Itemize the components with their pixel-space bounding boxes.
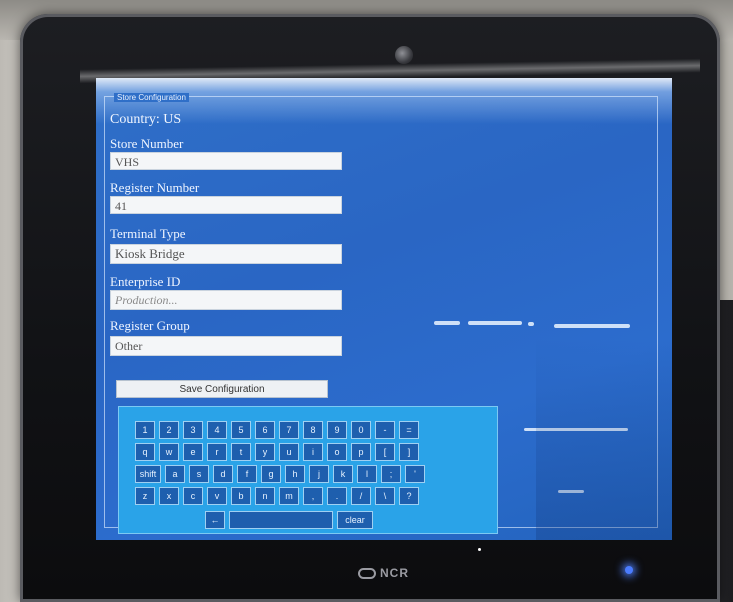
touch-screen: Store Configuration Country: US Store Nu… bbox=[96, 78, 672, 540]
key-char[interactable]: 3 bbox=[183, 421, 203, 439]
glare-streak bbox=[468, 321, 522, 325]
glare-streak bbox=[528, 322, 534, 326]
key-char[interactable]: ; bbox=[381, 465, 401, 483]
enterprise-id-field[interactable]: Production... bbox=[110, 290, 342, 310]
camera-icon bbox=[395, 46, 413, 64]
key-char[interactable]: ] bbox=[399, 443, 419, 461]
terminal-type-label: Terminal Type bbox=[110, 226, 186, 241]
keyboard-row-2: q w e r t y u i o p[] bbox=[135, 443, 419, 461]
key-char[interactable]: b bbox=[231, 487, 251, 505]
key-char[interactable]: m bbox=[279, 487, 299, 505]
ncr-logo: NCR bbox=[358, 566, 409, 580]
key-char[interactable]: - bbox=[375, 421, 395, 439]
key-char[interactable]: a bbox=[165, 465, 185, 483]
key-char[interactable]: s bbox=[189, 465, 209, 483]
key-char[interactable]: j bbox=[309, 465, 329, 483]
key-char[interactable]: 1 bbox=[135, 421, 155, 439]
key-char[interactable]: u bbox=[279, 443, 299, 461]
key-char[interactable]: k bbox=[333, 465, 353, 483]
key-char[interactable]: d bbox=[213, 465, 233, 483]
key-char[interactable]: / bbox=[351, 487, 371, 505]
key-char[interactable]: 7 bbox=[279, 421, 299, 439]
key-clear[interactable]: clear bbox=[337, 511, 373, 529]
key-space[interactable] bbox=[229, 511, 333, 529]
ncr-logo-icon bbox=[358, 568, 376, 579]
key-char[interactable]: t bbox=[231, 443, 251, 461]
key-char[interactable]: g bbox=[261, 465, 281, 483]
key-char[interactable]: 2 bbox=[159, 421, 179, 439]
register-group-label: Register Group bbox=[110, 318, 190, 333]
store-number-label: Store Number bbox=[110, 136, 184, 151]
store-number-field[interactable]: VHS bbox=[110, 152, 342, 170]
terminal-type-field[interactable]: Kiosk Bridge bbox=[110, 244, 342, 264]
key-char[interactable]: y bbox=[255, 443, 275, 461]
key-char[interactable]: n bbox=[255, 487, 275, 505]
key-char[interactable]: p bbox=[351, 443, 371, 461]
key-char[interactable]: w bbox=[159, 443, 179, 461]
key-char[interactable]: 4 bbox=[207, 421, 227, 439]
key-char[interactable]: v bbox=[207, 487, 227, 505]
key-char[interactable]: f bbox=[237, 465, 257, 483]
key-char[interactable]: ← bbox=[205, 511, 225, 529]
key-char[interactable]: 5 bbox=[231, 421, 251, 439]
key-char[interactable]: h bbox=[285, 465, 305, 483]
keyboard-row-3: shift a s d f g h j k l; ' bbox=[135, 465, 425, 483]
on-screen-keyboard: 1 2 3 4 5 6 7 8 9 0- = q w e r t y u i o p[] shift a s d f g h j k l… bbox=[118, 406, 498, 534]
save-configuration-button[interactable]: Save Configuration bbox=[116, 380, 328, 398]
key-char[interactable]: [ bbox=[375, 443, 395, 461]
key-char[interactable]: ' bbox=[405, 465, 425, 483]
key-char[interactable]: , bbox=[303, 487, 323, 505]
screen-shade bbox=[536, 338, 672, 540]
key-char[interactable]: o bbox=[327, 443, 347, 461]
key-char[interactable]: q bbox=[135, 443, 155, 461]
key-char[interactable]: i bbox=[303, 443, 323, 461]
key-char[interactable]: r bbox=[207, 443, 227, 461]
indicator-dot bbox=[478, 548, 481, 551]
register-group-field[interactable]: Other bbox=[110, 336, 342, 356]
groupbox-title: Store Configuration bbox=[114, 93, 189, 102]
brand-name: NCR bbox=[380, 566, 409, 580]
register-number-label: Register Number bbox=[110, 180, 200, 195]
key-char[interactable]: 0 bbox=[351, 421, 371, 439]
key-char[interactable]: . bbox=[327, 487, 347, 505]
keyboard-row-4: z x c v b n m,. / \? bbox=[135, 487, 419, 505]
power-led-icon bbox=[625, 566, 633, 574]
glare-streak bbox=[554, 324, 630, 328]
key-shift[interactable]: shift bbox=[135, 465, 161, 483]
key-char[interactable]: \ bbox=[375, 487, 395, 505]
keyboard-row-1: 1 2 3 4 5 6 7 8 9 0- = bbox=[135, 421, 419, 439]
key-char[interactable]: ? bbox=[399, 487, 419, 505]
key-char[interactable]: e bbox=[183, 443, 203, 461]
country-label: Country: US bbox=[110, 112, 182, 127]
key-char[interactable]: 8 bbox=[303, 421, 323, 439]
key-char[interactable]: = bbox=[399, 421, 419, 439]
key-char[interactable]: z bbox=[135, 487, 155, 505]
register-number-field[interactable]: 41 bbox=[110, 196, 342, 214]
key-char[interactable]: l bbox=[357, 465, 377, 483]
enterprise-id-label: Enterprise ID bbox=[110, 274, 181, 289]
keyboard-row-5: ← clear bbox=[205, 511, 373, 529]
key-char[interactable]: c bbox=[183, 487, 203, 505]
key-char[interactable]: 9 bbox=[327, 421, 347, 439]
glare-streak bbox=[434, 321, 460, 325]
key-char[interactable]: x bbox=[159, 487, 179, 505]
key-char[interactable]: 6 bbox=[255, 421, 275, 439]
